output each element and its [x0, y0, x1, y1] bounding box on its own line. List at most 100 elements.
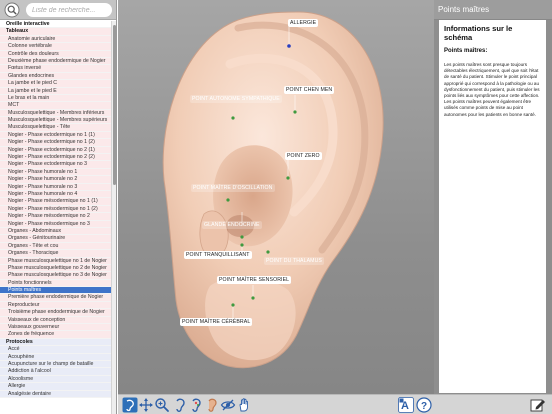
viewer-toolbar: A ? [118, 394, 434, 414]
info-card: Informations sur le schéma Points maître… [439, 20, 546, 393]
list-item[interactable]: Colonne vertébrale [0, 43, 111, 51]
list-item[interactable]: Reproducteur [0, 301, 111, 310]
list-item[interactable]: Nogier - Phase humorale no 4 [0, 190, 111, 199]
list-item[interactable]: Addiction à l'alcool [0, 368, 111, 376]
chart-list: Oreille interactive Tableaux Anatomie auri… [0, 21, 111, 414]
label-tranquilizer[interactable]: POINT TRANQUILLISANT [184, 251, 252, 259]
list-item[interactable]: Anatomie auriculaire [0, 35, 111, 44]
label-thalamus[interactable]: POINT DU THALAMUS [264, 257, 324, 265]
label-chen-men[interactable]: POINT CHEN MEN [284, 86, 335, 94]
edit-icon[interactable] [530, 397, 546, 413]
section-header[interactable]: Oreille interactive [0, 21, 111, 29]
list-item[interactable]: Vaisseaux gouverneur [0, 324, 111, 332]
label-autonomic-sympathetic[interactable]: POINT AUTONOME SYMPATHIQUE [190, 95, 282, 103]
label-sensory[interactable]: POINT MAÎTRE SENSORIEL [217, 276, 292, 284]
list-item[interactable]: Alcoolisme [0, 375, 111, 384]
marker-chen-men[interactable] [293, 110, 297, 114]
marker-tranquilizer[interactable] [240, 243, 244, 247]
list-item[interactable]: Zones de fréquence [0, 331, 111, 339]
marker-allergy[interactable] [287, 44, 291, 48]
list-item[interactable]: Allergie [0, 383, 111, 391]
marker-oscillation[interactable] [226, 198, 230, 202]
list-item[interactable]: Nogier - Phase mésodermique no 1 (2) [0, 205, 111, 214]
list-item[interactable]: Phase musculosquelettique no 1 de Nogier [0, 257, 111, 265]
visibility-off-icon[interactable] [220, 397, 236, 413]
list-item[interactable]: MCT [0, 102, 111, 110]
list-item[interactable]: Nogier - Phase humorale no 3 [0, 183, 111, 191]
label-oscillation[interactable]: POINT MAÎTRE D'OSCILLATION [191, 184, 275, 192]
scrollbar-thumb[interactable] [113, 25, 116, 185]
list-item[interactable]: La jambe et le pied E [0, 87, 111, 95]
ear-model[interactable] [118, 0, 434, 394]
list-item[interactable]: Acouphène [0, 353, 111, 361]
list-item[interactable]: Musculosquelettique - Membres inférieurs [0, 109, 111, 118]
list-item[interactable]: Musculosquelettique - Tête [0, 124, 111, 132]
sidebar: Oreille interactiveTableauxAnatomie auri… [0, 0, 117, 414]
list-item[interactable]: Nogier - Phase mésodermique no 2 [0, 213, 111, 221]
info-title: Informations sur le schéma [444, 24, 513, 42]
marker-autonomic[interactable] [231, 116, 235, 120]
ear-viewer[interactable]: ALLERGIE POINT CHEN MEN POINT AUTONOME S… [118, 0, 434, 414]
search-icon[interactable] [4, 2, 20, 18]
list-item[interactable]: Fœtus inversé [0, 65, 111, 73]
section-header[interactable]: Tableaux [0, 28, 111, 36]
list-item[interactable]: Nogier - Phase humorale no 2 [0, 176, 111, 184]
marker-zero[interactable] [286, 176, 290, 180]
ear-view-icon[interactable] [122, 397, 138, 413]
help-icon[interactable]: ? [416, 397, 432, 413]
marker-thalamus[interactable] [266, 250, 270, 254]
list-item[interactable]: Troisième phase endodermique de Nogier [0, 309, 111, 317]
list-item[interactable]: Phase musculosquelettique no 2 de Nogier [0, 264, 111, 273]
ear-regions-icon[interactable] [188, 397, 204, 413]
zoom-icon[interactable] [154, 397, 170, 413]
list-item[interactable]: Deuxième phase endodermique de Nogier [0, 57, 111, 66]
list-item[interactable]: La jambe et le pied C [0, 80, 111, 88]
list-item[interactable]: Nogier - Phase humorale no 1 [0, 168, 111, 177]
marker-sensory[interactable] [251, 296, 255, 300]
list-item[interactable]: Nogier - Phase ectodermique no 1 (2) [0, 139, 111, 147]
search-bar [0, 0, 116, 20]
label-zero[interactable]: POINT ZERO [285, 152, 322, 160]
list-item[interactable]: Nogier - Phase ectodermique no 2 (2) [0, 154, 111, 162]
list-item[interactable]: Accé [0, 346, 111, 354]
list-item[interactable]: Glandes endocrines [0, 72, 111, 81]
list-item[interactable]: Nogier - Phase ectodermique no 2 (1) [0, 146, 111, 155]
label-allergy[interactable]: ALLERGIE [288, 19, 319, 27]
list-item[interactable]: Points maîtres [0, 287, 111, 295]
sidebar-scrollbar[interactable] [111, 21, 116, 414]
info-panel-header: Points maîtres [434, 0, 552, 20]
list-item[interactable]: Organes - Tête et cou [0, 242, 111, 251]
text-size-icon[interactable]: A [398, 397, 414, 413]
list-item[interactable]: Organes - Abdominaux [0, 227, 111, 236]
move-icon[interactable] [138, 397, 154, 413]
ear-color-icon[interactable] [204, 397, 220, 413]
list-item[interactable]: Musculosquelettique - Membres supérieurs [0, 117, 111, 125]
list-item[interactable]: Nogier - Phase ectodermique no 3 [0, 161, 111, 169]
list-item[interactable]: Contrôle des douleurs [0, 50, 111, 58]
ear-outline-icon[interactable] [172, 397, 188, 413]
info-panel-toolbar [434, 394, 552, 414]
marker-endocrine[interactable] [240, 235, 244, 239]
list-item[interactable]: Phase musculosquelettique no 3 de Nogier [0, 272, 111, 280]
list-item[interactable]: Organes - Génitourinaire [0, 235, 111, 243]
label-cerebral[interactable]: POINT MAÎTRE CÉRÉBRAL [180, 318, 253, 326]
section-header[interactable]: Protocoles [0, 338, 111, 347]
list-item[interactable]: Nogier - Phase ectodermique no 1 (1) [0, 131, 111, 140]
info-panel: Points maîtres Informations sur le schém… [434, 0, 552, 414]
info-subtitle: Points maîtres: [444, 48, 488, 54]
list-item[interactable]: Acupuncture sur le champ de bataille [0, 360, 111, 369]
search-input[interactable] [26, 3, 112, 17]
marker-cerebral[interactable] [231, 303, 235, 307]
list-item[interactable]: Première phase endodermique de Nogier [0, 294, 111, 302]
list-item[interactable]: Nogier - Phase mésodermique no 3 [0, 220, 111, 228]
list-item[interactable]: Analgésie dentaire [0, 390, 111, 398]
label-endocrine[interactable]: GLANDE ENDOCRINE [202, 221, 262, 229]
list-item[interactable]: Points fonctionnels [0, 279, 111, 288]
list-item[interactable]: Nogier - Phase mésodermique no 1 (1) [0, 198, 111, 206]
info-body: Les points maîtres sont presque toujours… [444, 62, 540, 117]
list-item[interactable]: Le bras et la main [0, 94, 111, 103]
hand-icon[interactable] [236, 397, 252, 413]
svg-text:?: ? [421, 401, 427, 412]
list-item[interactable]: Organes - Thoracique [0, 250, 111, 258]
list-item[interactable]: Vaisseaux de conception [0, 316, 111, 325]
